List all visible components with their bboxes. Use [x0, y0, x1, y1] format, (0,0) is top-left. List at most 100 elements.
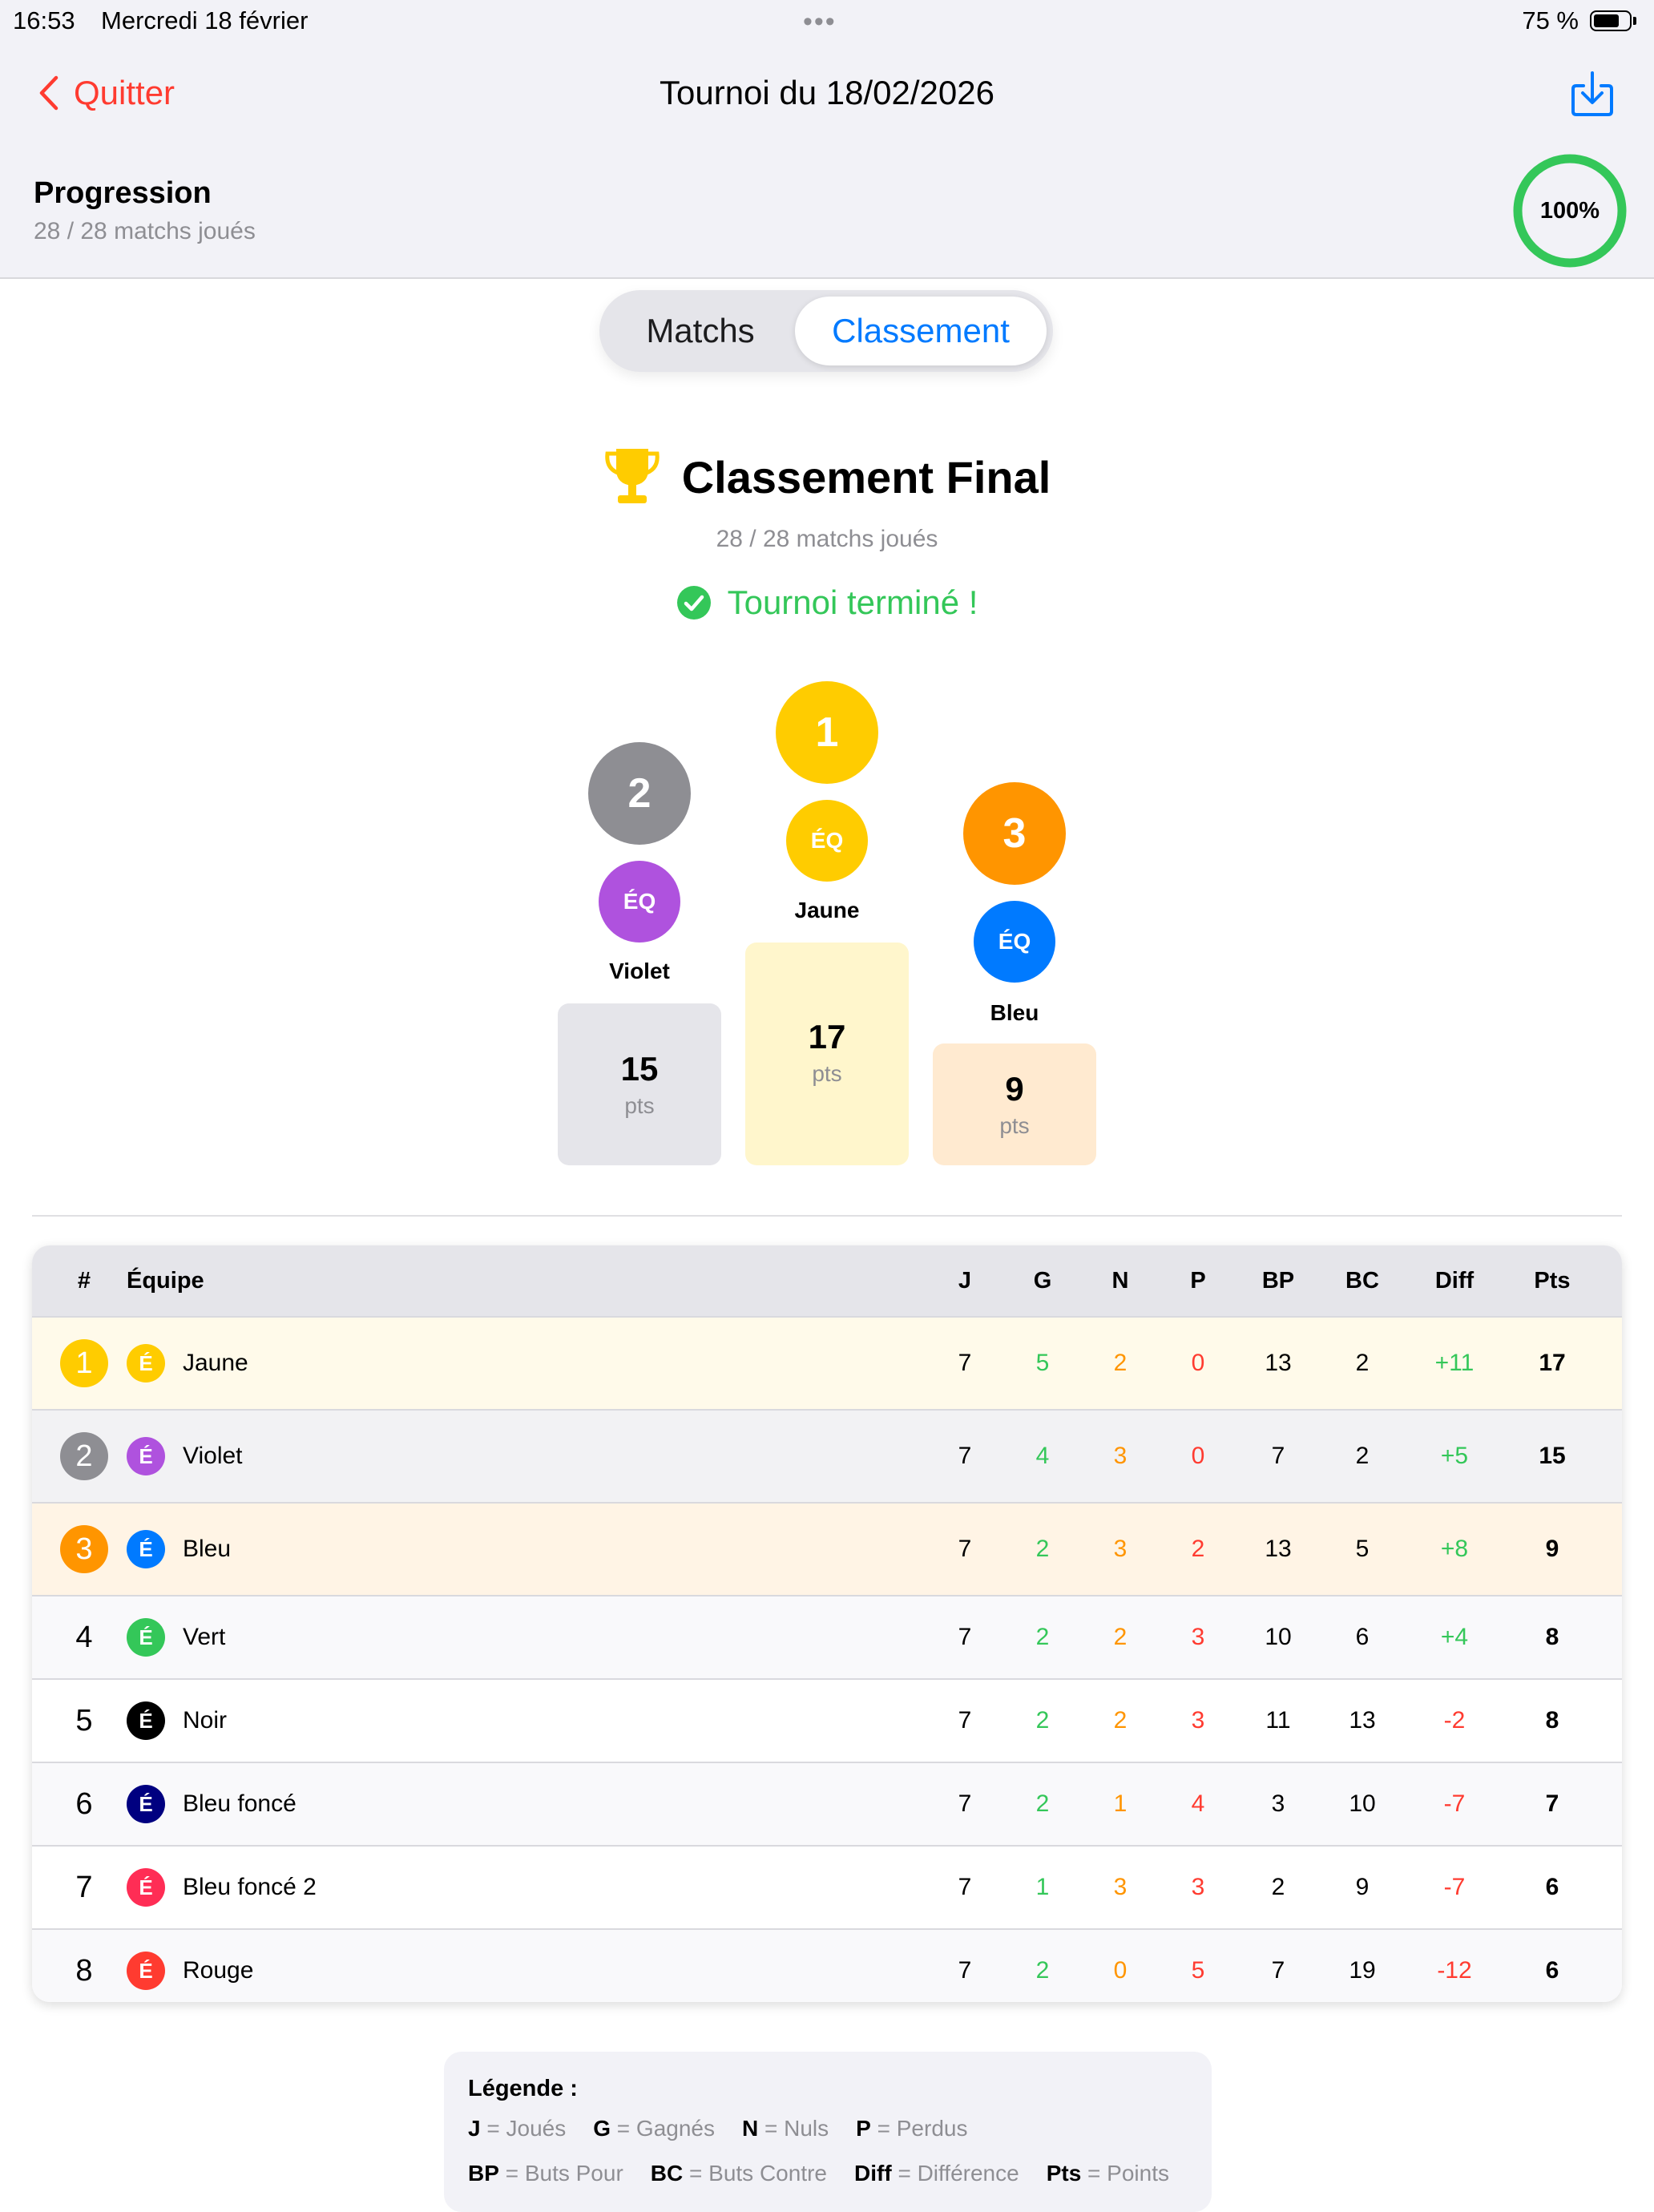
- progress-title: Progression: [34, 176, 212, 210]
- cell-goals-for: 3: [1271, 1790, 1285, 1817]
- legend-desc: = Buts Pour: [505, 2161, 623, 2186]
- cell-points: 17: [1539, 1350, 1566, 1376]
- table-row[interactable]: 3 É Bleu 7 2 3 2 13 5 +8 9: [32, 1502, 1622, 1595]
- cell-points: 8: [1545, 1624, 1559, 1650]
- table-row[interactable]: 1 É Jaune 7 5 2 0 13 2 +11 17: [32, 1316, 1622, 1409]
- cell-played: 7: [958, 1624, 972, 1650]
- col-header-n: N: [1111, 1267, 1129, 1294]
- legend-item: J = Joués: [468, 2106, 566, 2151]
- rank-badge: 2: [60, 1432, 108, 1480]
- table-row[interactable]: 4 É Vert 7 2 2 3 10 6 +4 8: [32, 1595, 1622, 1678]
- export-button[interactable]: [1563, 64, 1622, 123]
- tournament-status: Tournoi terminé !: [0, 579, 1654, 627]
- cell-drawn: 3: [1113, 1443, 1128, 1469]
- cell-goals-against: 10: [1349, 1790, 1376, 1817]
- rank-number: 6: [75, 1786, 93, 1821]
- podium-block-3: 9 pts: [933, 1043, 1096, 1165]
- cell-goals-for: 10: [1265, 1624, 1292, 1650]
- legend-item: G = Gagnés: [593, 2106, 715, 2151]
- cell-won: 1: [1035, 1874, 1050, 1900]
- rank-badge: 1: [60, 1339, 108, 1387]
- multitasking-dots-icon[interactable]: •••: [803, 6, 837, 38]
- cell-rank: 4: [56, 1596, 112, 1678]
- legend-desc: = Buts Contre: [689, 2161, 827, 2186]
- cell-goals-for: 11: [1265, 1707, 1291, 1734]
- cell-goals-against: 2: [1355, 1443, 1370, 1469]
- cell-team: É Noir: [127, 1680, 848, 1762]
- cell-rank: 1: [56, 1318, 112, 1409]
- cell-goals-for: 13: [1265, 1350, 1292, 1376]
- legend-item: BP = Buts Pour: [468, 2151, 623, 2196]
- podium-points: 17: [808, 1018, 846, 1056]
- cell-goals-against: 9: [1355, 1874, 1370, 1900]
- team-name: Violet: [183, 1443, 243, 1469]
- legend-key: G: [593, 2116, 611, 2141]
- cell-drawn: 3: [1113, 1536, 1128, 1562]
- quit-button[interactable]: Quitter: [38, 69, 175, 117]
- cell-rank: 3: [56, 1504, 112, 1595]
- cell-played: 7: [958, 1790, 972, 1817]
- quit-label: Quitter: [74, 74, 175, 111]
- cell-won: 2: [1035, 1624, 1050, 1650]
- tab-classement[interactable]: Classement: [795, 297, 1047, 365]
- podium-rank-2: 2: [588, 742, 691, 845]
- cell-team: É Jaune: [127, 1318, 848, 1409]
- legend-desc: = Points: [1087, 2161, 1169, 2186]
- cell-points: 8: [1545, 1707, 1559, 1734]
- tab-matchs[interactable]: Matchs: [606, 297, 795, 365]
- cell-drawn: 2: [1113, 1624, 1128, 1650]
- cell-won: 2: [1035, 1957, 1050, 1984]
- podium-points-label: pts: [999, 1113, 1030, 1138]
- col-header-p: P: [1190, 1267, 1206, 1294]
- cell-goal-diff: -12: [1437, 1957, 1472, 1984]
- table-row[interactable]: 6 É Bleu foncé 7 2 1 4 3 10 -7 7: [32, 1762, 1622, 1845]
- rank-number: 5: [75, 1703, 93, 1738]
- cell-played: 7: [958, 1707, 972, 1734]
- progress-percent: 100%: [1539, 197, 1600, 224]
- battery-percent: 75 %: [1522, 6, 1579, 34]
- table-row[interactable]: 7 É Bleu foncé 2 7 1 3 3 2 9 -7 6: [32, 1845, 1622, 1928]
- cell-goals-for: 2: [1271, 1874, 1285, 1900]
- cell-won: 5: [1035, 1350, 1050, 1376]
- cell-points: 15: [1539, 1443, 1566, 1469]
- col-header-pts: Pts: [1534, 1267, 1571, 1294]
- cell-team: É Vert: [127, 1596, 848, 1678]
- cell-drawn: 0: [1113, 1957, 1128, 1984]
- cell-lost: 3: [1191, 1874, 1205, 1900]
- cell-played: 7: [958, 1536, 972, 1562]
- cell-goals-for: 7: [1271, 1443, 1285, 1469]
- cell-drawn: 2: [1113, 1707, 1128, 1734]
- progress-subtitle: 28 / 28 matchs joués: [34, 218, 256, 244]
- podium-rank-3: 3: [963, 782, 1066, 885]
- team-name: Noir: [183, 1707, 228, 1734]
- podium-team-name: Violet: [609, 959, 670, 983]
- cell-goal-diff: -7: [1443, 1790, 1466, 1817]
- rank-number: 7: [75, 1870, 93, 1904]
- cell-goal-diff: +11: [1434, 1350, 1474, 1376]
- page-title: Tournoi du 18/02/2026: [659, 74, 994, 111]
- cell-points: 6: [1545, 1874, 1559, 1900]
- table-row[interactable]: 2 É Violet 7 4 3 0 7 2 +5 15: [32, 1409, 1622, 1502]
- team-avatar: É: [127, 1344, 165, 1382]
- table-row[interactable]: 5 É Noir 7 2 2 3 11 13 -2 8: [32, 1678, 1622, 1762]
- legend-item: N = Nuls: [742, 2106, 829, 2151]
- cell-played: 7: [958, 1443, 972, 1469]
- legend-desc: = Perdus: [877, 2116, 968, 2141]
- col-header-team: Équipe: [127, 1267, 204, 1294]
- legend-item: Diff = Différence: [854, 2151, 1019, 2196]
- table-row[interactable]: 8 É Rouge 7 2 0 5 7 19 -12 6: [32, 1928, 1622, 2002]
- cell-points: 9: [1545, 1536, 1559, 1562]
- legend-row: J = Joués G = Gagnés N = Nuls P = Perdus: [468, 2106, 1188, 2151]
- legend-key: Diff: [854, 2161, 892, 2186]
- col-header-g: G: [1033, 1267, 1052, 1294]
- legend-desc: = Nuls: [764, 2116, 829, 2141]
- cell-won: 4: [1035, 1443, 1050, 1469]
- legend-item: BC = Buts Contre: [651, 2151, 827, 2196]
- download-tray-icon: [1571, 71, 1613, 116]
- header-area: 16:53 Mercredi 18 février ••• 75 % Quitt…: [0, 0, 1654, 279]
- cell-rank: 8: [56, 1930, 112, 2002]
- legend-row: BP = Buts Pour BC = Buts Contre Diff = Dif…: [468, 2151, 1188, 2196]
- cell-team: É Rouge: [127, 1930, 848, 2002]
- cell-played: 7: [958, 1874, 972, 1900]
- podium-points-label: pts: [624, 1093, 655, 1118]
